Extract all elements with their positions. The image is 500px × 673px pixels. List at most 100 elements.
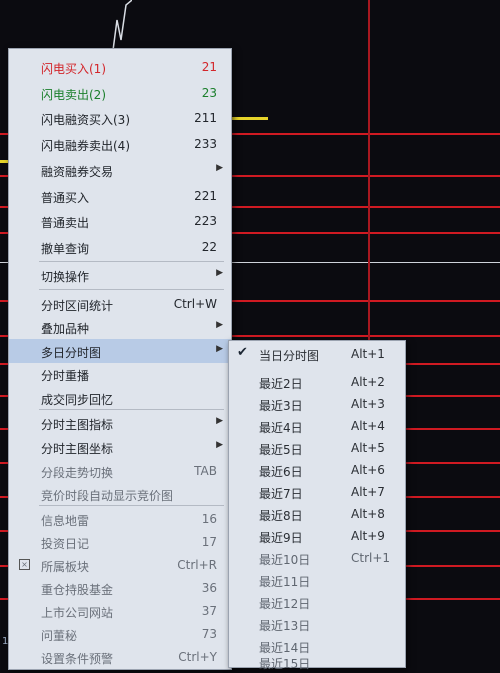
- submenu-item-label: 当日分时图: [259, 349, 320, 363]
- submenu-item-shortcut: Alt+9: [351, 529, 385, 543]
- menu-item-shortcut: Ctrl+R: [177, 558, 217, 572]
- submenu-item-5-days[interactable]: 最近5日 Alt+5: [229, 437, 405, 459]
- submenu-arrow-icon: ▶: [216, 440, 223, 450]
- menu-item-shortcut: 22: [201, 240, 217, 254]
- submenu-item-12-days[interactable]: 最近12日: [229, 591, 405, 613]
- menu-item-normal-sell[interactable]: 普通卖出 223: [9, 209, 231, 233]
- submenu-item-label: 最近11日: [259, 575, 311, 589]
- menu-item-shortcut: 223: [194, 214, 217, 228]
- menu-item-investment-diary[interactable]: 投资日记 17: [9, 530, 231, 554]
- checkbox-icon: ×: [19, 559, 30, 570]
- menu-item-label: 重仓持股基金: [41, 583, 114, 597]
- submenu-item-shortcut: Alt+3: [351, 397, 385, 411]
- submenu-item-label: 最近2日: [259, 377, 303, 391]
- menu-item-label: 叠加品种: [41, 322, 90, 336]
- menu-item-shortcut: 36: [201, 581, 217, 595]
- submenu-item-shortcut: Alt+4: [351, 419, 385, 433]
- menu-item-ask-secretary[interactable]: 问董秘 73: [9, 622, 231, 646]
- submenu-item-label: 最近3日: [259, 399, 303, 413]
- menu-item-label: 分段走势切换: [41, 466, 114, 480]
- multi-day-submenu: ✔ 当日分时图 Alt+1 最近2日 Alt+2 最近3日 Alt+3 最近4日…: [228, 340, 406, 671]
- menu-item-label: 普通卖出: [41, 216, 90, 230]
- menu-item-shortcut: 37: [201, 604, 217, 618]
- menu-item-label: 成交同步回忆: [41, 393, 114, 407]
- submenu-item-label: 最近13日: [259, 619, 311, 633]
- submenu-item-label: 最近5日: [259, 443, 303, 457]
- menu-item-interval-stats[interactable]: 分时区间统计 Ctrl+W: [9, 292, 231, 316]
- submenu-item-shortcut: Alt+7: [351, 485, 385, 499]
- submenu-item-15-days[interactable]: 最近15日: [229, 651, 405, 673]
- submenu-item-13-days[interactable]: 最近13日: [229, 613, 405, 635]
- menu-item-label: 竞价时段自动显示竞价图: [41, 489, 174, 503]
- menu-item-cancel-query[interactable]: 撤单查询 22: [9, 235, 231, 259]
- submenu-arrow-icon: ▶: [216, 344, 223, 354]
- submenu-item-label: 最近12日: [259, 597, 311, 611]
- menu-item-auction-chart[interactable]: 竞价时段自动显示竞价图: [9, 482, 231, 506]
- menu-item-company-website[interactable]: 上市公司网站 37: [9, 599, 231, 623]
- menu-item-flash-sell[interactable]: 闪电卖出(2) 23: [9, 81, 231, 105]
- menu-item-label: 闪电买入(1): [41, 62, 106, 76]
- menu-item-trade-recall[interactable]: 成交同步回忆: [9, 386, 231, 410]
- submenu-item-10-days[interactable]: 最近10日 Ctrl+1: [229, 547, 405, 569]
- menu-item-segment-switch[interactable]: 分段走势切换 TAB: [9, 459, 231, 483]
- menu-item-flash-margin-buy[interactable]: 闪电融资买入(3) 211: [9, 106, 231, 130]
- submenu-item-shortcut: Alt+1: [351, 347, 385, 361]
- menu-item-label: 闪电卖出(2): [41, 88, 106, 102]
- submenu-item-shortcut: Ctrl+1: [351, 551, 391, 565]
- menu-item-label: 投资日记: [41, 537, 90, 551]
- submenu-item-shortcut: Alt+8: [351, 507, 385, 521]
- menu-item-shortcut: 21: [201, 60, 217, 74]
- menu-item-shortcut: 211: [194, 111, 217, 125]
- menu-item-overlay-symbol[interactable]: 叠加品种 ▶: [9, 315, 231, 339]
- submenu-item-shortcut: Alt+6: [351, 463, 385, 477]
- menu-separator: [39, 289, 224, 290]
- menu-item-main-indicator[interactable]: 分时主图指标 ▶: [9, 411, 231, 435]
- menu-item-heavy-funds[interactable]: 重仓持股基金 36: [9, 576, 231, 600]
- menu-item-flash-buy[interactable]: 闪电买入(1) 21: [9, 55, 231, 79]
- submenu-item-4-days[interactable]: 最近4日 Alt+4: [229, 415, 405, 437]
- menu-item-margin-trading[interactable]: 融资融券交易 ▶: [9, 158, 231, 182]
- menu-item-label: 信息地雷: [41, 514, 90, 528]
- submenu-item-label: 最近15日: [259, 657, 311, 671]
- check-icon: ✔: [237, 345, 248, 360]
- menu-separator: [39, 505, 224, 506]
- menu-separator: [39, 261, 224, 262]
- context-menu: 闪电买入(1) 21 闪电卖出(2) 23 闪电融资买入(3) 211 闪电融券…: [8, 48, 232, 670]
- menu-item-flash-short-sell[interactable]: 闪电融券卖出(4) 233: [9, 132, 231, 156]
- menu-item-set-alert[interactable]: 设置条件预警 Ctrl+Y: [9, 645, 231, 669]
- submenu-item-7-days[interactable]: 最近7日 Alt+7: [229, 481, 405, 503]
- submenu-item-label: 最近4日: [259, 421, 303, 435]
- menu-item-switch-operation[interactable]: 切换操作 ▶: [9, 263, 231, 287]
- menu-item-sector[interactable]: × 所属板块 Ctrl+R: [9, 553, 231, 577]
- submenu-arrow-icon: ▶: [216, 416, 223, 426]
- submenu-item-label: 最近10日: [259, 553, 311, 567]
- menu-item-shortcut: 221: [194, 189, 217, 203]
- menu-item-multi-day-chart[interactable]: 多日分时图 ▶: [9, 339, 231, 363]
- menu-item-shortcut: 16: [201, 512, 217, 526]
- menu-item-label: 普通买入: [41, 191, 90, 205]
- menu-item-replay[interactable]: 分时重播: [9, 362, 231, 386]
- submenu-arrow-icon: ▶: [216, 320, 223, 330]
- menu-item-shortcut: 233: [194, 137, 217, 151]
- menu-item-label: 分时重播: [41, 369, 90, 383]
- menu-item-label: 切换操作: [41, 270, 90, 284]
- menu-item-label: 所属板块: [41, 560, 90, 574]
- menu-item-normal-buy[interactable]: 普通买入 221: [9, 184, 231, 208]
- submenu-item-3-days[interactable]: 最近3日 Alt+3: [229, 393, 405, 415]
- submenu-item-6-days[interactable]: 最近6日 Alt+6: [229, 459, 405, 481]
- submenu-item-today[interactable]: ✔ 当日分时图 Alt+1: [229, 343, 405, 365]
- menu-item-main-axis[interactable]: 分时主图坐标 ▶: [9, 435, 231, 459]
- menu-item-shortcut: 23: [201, 86, 217, 100]
- menu-item-info-mine[interactable]: 信息地雷 16: [9, 507, 231, 531]
- menu-item-label: 设置条件预警: [41, 652, 114, 666]
- menu-item-label: 分时区间统计: [41, 299, 114, 313]
- menu-item-label: 融资融券交易: [41, 165, 114, 179]
- menu-item-shortcut: 73: [201, 627, 217, 641]
- submenu-item-11-days[interactable]: 最近11日: [229, 569, 405, 591]
- submenu-item-9-days[interactable]: 最近9日 Alt+9: [229, 525, 405, 547]
- submenu-item-label: 最近8日: [259, 509, 303, 523]
- price-line: [230, 117, 268, 120]
- submenu-item-2-days[interactable]: 最近2日 Alt+2: [229, 371, 405, 393]
- menu-item-label: 多日分时图: [41, 346, 102, 360]
- submenu-item-8-days[interactable]: 最近8日 Alt+8: [229, 503, 405, 525]
